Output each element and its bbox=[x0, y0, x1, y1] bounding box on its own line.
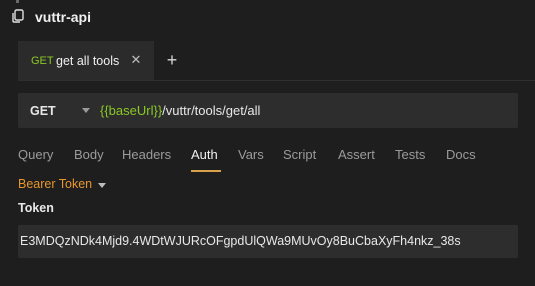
url-variable: {{baseUrl}} bbox=[100, 103, 163, 118]
chevron-down-icon bbox=[98, 182, 107, 188]
tab-vars[interactable]: Vars bbox=[238, 147, 264, 162]
request-pane: vuttr-api GET get all tools ✕ + GET {{ba… bbox=[0, 0, 535, 286]
tab-tests[interactable]: Tests bbox=[395, 147, 425, 162]
collection-name[interactable]: vuttr-api bbox=[35, 9, 91, 25]
top-edge-mark bbox=[16, 0, 19, 3]
collection-copy-icon bbox=[12, 9, 24, 23]
tab-auth[interactable]: Auth bbox=[191, 147, 218, 162]
url-path: /vuttr/tools/get/all bbox=[162, 103, 261, 118]
url-bar: GET {{baseUrl}}/vuttr/tools/get/all bbox=[18, 93, 518, 128]
tab-method-badge: GET bbox=[31, 55, 54, 67]
auth-mode-label: Bearer Token bbox=[18, 177, 93, 191]
token-input[interactable]: E3MDQzNDk4Mjd9.4WDtWJURcOFgpdUlQWa9MUvOy… bbox=[18, 225, 518, 258]
auth-mode-select[interactable]: Bearer Token bbox=[18, 176, 107, 192]
request-tab-get-all-tools[interactable]: GET get all tools ✕ bbox=[18, 41, 154, 80]
plus-icon[interactable]: + bbox=[165, 51, 179, 69]
tab-headers[interactable]: Headers bbox=[122, 147, 171, 162]
tab-docs[interactable]: Docs bbox=[446, 147, 476, 162]
active-tab-indicator bbox=[191, 170, 221, 172]
url-input[interactable]: {{baseUrl}}/vuttr/tools/get/all bbox=[100, 103, 260, 118]
tab-script[interactable]: Script bbox=[283, 147, 316, 162]
chevron-down-icon[interactable] bbox=[82, 108, 90, 113]
method-select[interactable]: GET bbox=[30, 104, 56, 118]
close-icon[interactable]: ✕ bbox=[130, 53, 142, 67]
tab-body[interactable]: Body bbox=[74, 147, 104, 162]
request-tab-bar: GET get all tools ✕ + bbox=[18, 41, 535, 81]
token-label: Token bbox=[18, 201, 54, 215]
token-value: E3MDQzNDk4Mjd9.4WDtWJURcOFgpdUlQWa9MUvOy… bbox=[20, 234, 461, 248]
tab-assert[interactable]: Assert bbox=[338, 147, 375, 162]
tab-query[interactable]: Query bbox=[18, 147, 53, 162]
tab-label: get all tools bbox=[56, 54, 120, 68]
